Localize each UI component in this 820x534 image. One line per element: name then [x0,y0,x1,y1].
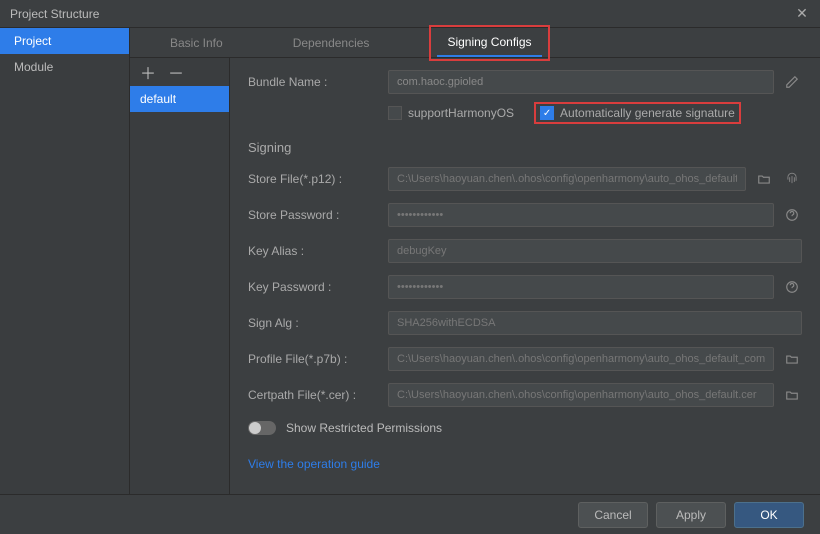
help-icon[interactable] [782,205,802,225]
folder-icon[interactable] [782,349,802,369]
sidebar-item-project[interactable]: Project [0,28,129,54]
tab-signing-configs[interactable]: Signing Configs [437,29,541,57]
folder-icon[interactable] [782,385,802,405]
config-list: ＋ － default [130,58,230,494]
fingerprint-icon[interactable] [782,169,802,189]
bundle-name-label: Bundle Name : [248,75,388,89]
key-alias-input[interactable] [388,239,802,263]
store-file-input[interactable] [388,167,746,191]
config-item-default[interactable]: default [130,86,229,112]
edit-icon[interactable] [782,72,802,92]
view-guide-link[interactable]: View the operation guide [248,457,380,471]
cancel-button[interactable]: Cancel [578,502,648,528]
window-title: Project Structure [10,7,794,21]
support-harmony-checkbox[interactable]: supportHarmonyOS [388,106,514,120]
tab-dependencies[interactable]: Dependencies [283,30,380,56]
profile-file-input[interactable] [388,347,774,371]
certpath-file-label: Certpath File(*.cer) : [248,388,388,402]
store-file-label: Store File(*.p12) : [248,172,388,186]
key-password-label: Key Password : [248,280,388,294]
sign-alg-label: Sign Alg : [248,316,388,330]
sign-alg-input[interactable] [388,311,802,335]
key-alias-label: Key Alias : [248,244,388,258]
close-icon[interactable]: ✕ [794,6,810,22]
profile-file-label: Profile File(*.p7b) : [248,352,388,366]
signing-section-title: Signing [248,140,802,155]
tab-basic-info[interactable]: Basic Info [160,30,233,56]
auto-sign-checkbox[interactable]: ✓ Automatically generate signature [540,106,735,120]
certpath-file-input[interactable] [388,383,774,407]
sidebar: Project Module [0,28,130,494]
checkbox-icon [388,106,402,120]
sidebar-item-module[interactable]: Module [0,54,129,80]
tabs: Basic Info Dependencies Signing Configs [130,28,820,58]
store-password-input[interactable] [388,203,774,227]
folder-icon[interactable] [754,169,774,189]
apply-button[interactable]: Apply [656,502,726,528]
remove-config-icon[interactable]: － [168,60,184,84]
help-icon[interactable] [782,277,802,297]
ok-button[interactable]: OK [734,502,804,528]
checkbox-checked-icon: ✓ [540,106,554,120]
add-config-icon[interactable]: ＋ [140,60,156,84]
form: Bundle Name : supportHarmonyOS [230,58,820,494]
bundle-name-input[interactable] [388,70,774,94]
key-password-input[interactable] [388,275,774,299]
show-restricted-label: Show Restricted Permissions [286,421,442,435]
support-harmony-label: supportHarmonyOS [408,106,514,120]
show-restricted-toggle[interactable] [248,421,276,435]
store-password-label: Store Password : [248,208,388,222]
auto-sign-label: Automatically generate signature [560,106,735,120]
